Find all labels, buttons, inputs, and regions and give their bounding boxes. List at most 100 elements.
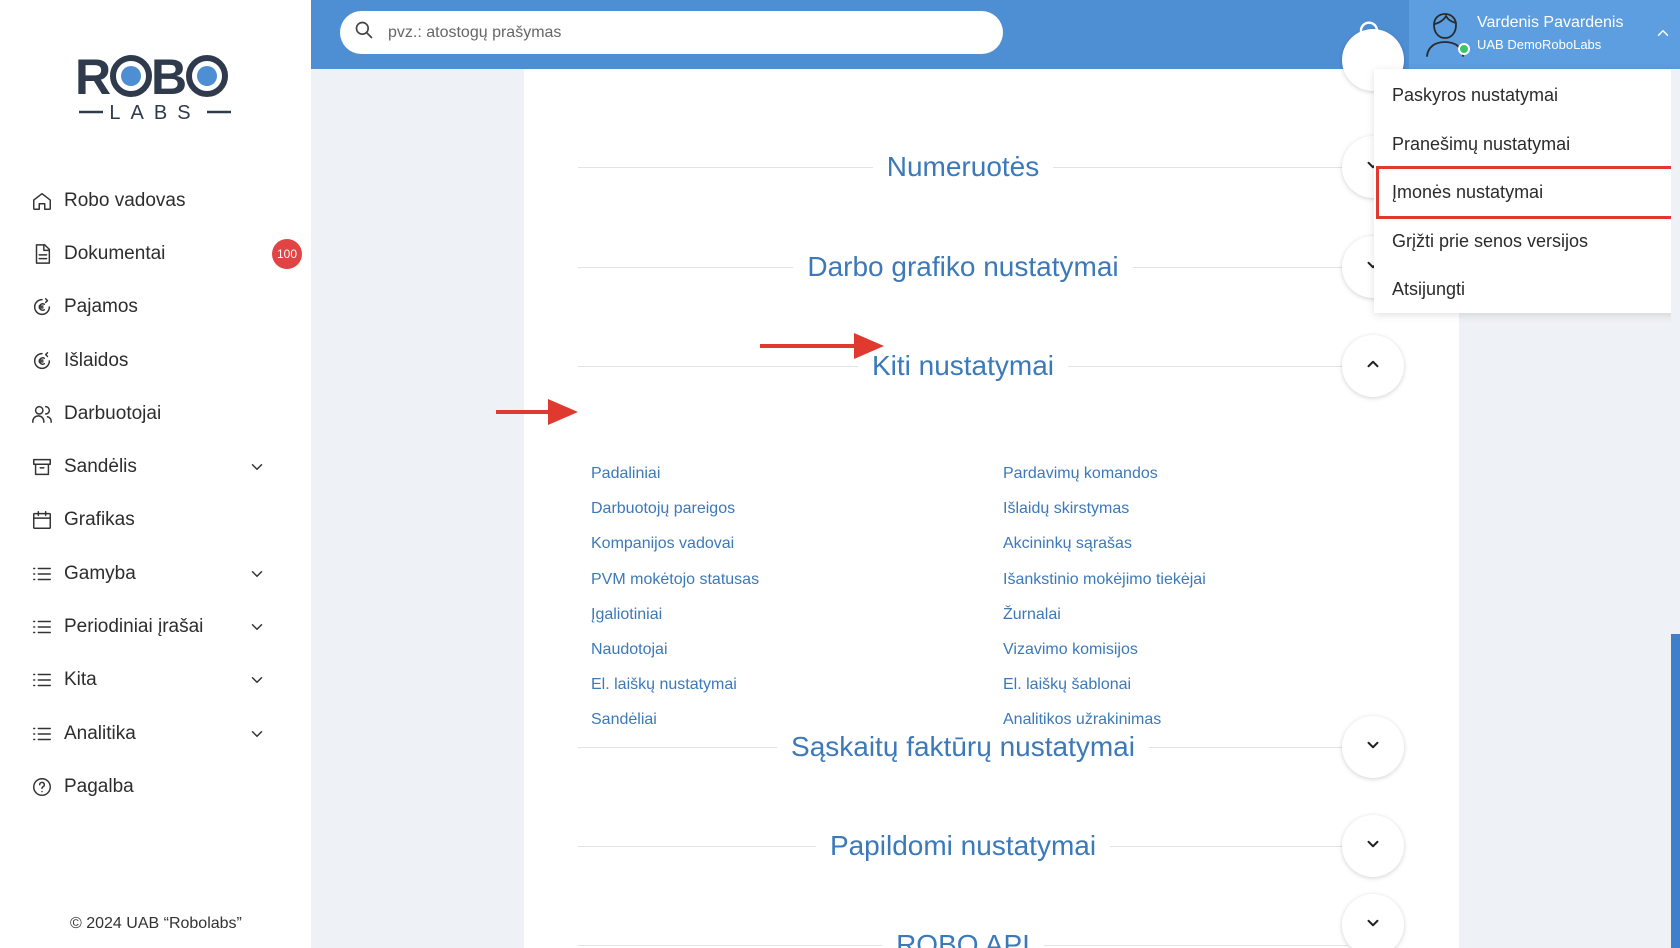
link-akcininku-sarasas[interactable]: Akcininkų sąrašas	[1003, 534, 1206, 569]
kiti-links-right: Pardavimų komandos Išlaidų skirstymas Ak…	[1003, 464, 1206, 746]
sidebar-item-label: Kita	[64, 669, 97, 691]
sidebar-item-gamyba[interactable]: Gamyba	[30, 547, 305, 600]
online-status-dot	[1458, 43, 1470, 55]
scrollbar-thumb[interactable]	[1671, 634, 1680, 948]
sidebar-item-label: Pagalba	[64, 775, 134, 797]
link-el-laisku-sablonai[interactable]: El. laiškų šablonai	[1003, 675, 1206, 710]
section-title[interactable]: Papildomi nustatymai	[815, 830, 1111, 862]
link-padaliniai[interactable]: Padaliniai	[591, 464, 759, 499]
annotation-arrow-icon	[496, 399, 578, 425]
link-igaliotiniai[interactable]: Įgaliotiniai	[591, 605, 759, 640]
link-kompanijos-vadovai[interactable]: Kompanijos vadovai	[591, 534, 759, 569]
sidebar-item-label: Robo vadovas	[64, 189, 186, 211]
section-title[interactable]: Darbo grafiko nustatymai	[793, 251, 1133, 283]
link-pvm-moketojo-statusas[interactable]: PVM mokėtojo statusas	[591, 570, 759, 605]
home-icon	[30, 189, 54, 213]
sidebar-item-label: Analitika	[64, 722, 136, 744]
link-vizavimo-komisijos[interactable]: Vizavimo komisijos	[1003, 640, 1206, 675]
sidebar: R B LABS Robo vadovas Dokumentai 100 Paj…	[0, 0, 311, 948]
section-toggle-robo-api[interactable]	[1342, 894, 1404, 948]
link-islaidu-skirstymas[interactable]: Išlaidų skirstymas	[1003, 499, 1206, 534]
euro-expense-icon	[30, 349, 54, 373]
menu-item-paskyros-nustatymai[interactable]: Paskyros nustatymai	[1392, 85, 1558, 106]
help-icon	[30, 775, 54, 799]
svg-text:R: R	[75, 49, 111, 105]
chevron-down-icon[interactable]	[248, 458, 266, 476]
chevron-down-icon[interactable]	[248, 725, 266, 743]
section-toggle-saskaitu-fakturu[interactable]	[1342, 716, 1404, 778]
sidebar-item-sandelis[interactable]: Sandėlis	[30, 440, 305, 493]
chevron-down-icon	[1364, 914, 1382, 937]
list-icon	[30, 562, 54, 586]
chevron-down-icon[interactable]	[248, 618, 266, 636]
archive-icon	[30, 455, 54, 479]
annotation-arrow-icon	[760, 333, 884, 359]
sidebar-item-label: Išlaidos	[64, 349, 129, 371]
kiti-links-left: Padaliniai Darbuotojų pareigos Kompanijo…	[591, 464, 759, 746]
section-robo-api: ROBO API	[578, 925, 1348, 948]
sidebar-item-analitika[interactable]: Analitika	[30, 707, 305, 760]
user-menu-toggle[interactable]: Vardenis Pavardenis UAB DemoRoboLabs	[1409, 0, 1680, 69]
menu-item-pranesimu-nustatymai[interactable]: Pranešimų nustatymai	[1392, 134, 1570, 155]
link-naudotojai[interactable]: Naudotojai	[591, 640, 759, 675]
list-icon	[30, 722, 54, 746]
avatar	[1423, 10, 1470, 58]
sidebar-item-label: Periodiniai įrašai	[64, 616, 204, 638]
robolabs-logo[interactable]: R B LABS	[75, 44, 235, 124]
chevron-up-icon	[1654, 24, 1672, 42]
annotation-highlight-box	[1376, 166, 1677, 219]
chevron-down-icon	[1364, 835, 1382, 858]
sidebar-item-label: Pajamos	[64, 296, 138, 318]
chevron-down-icon[interactable]	[248, 565, 266, 583]
menu-item-grizti-prie-senos-versijos[interactable]: Grįžti prie senos versijos	[1392, 231, 1588, 252]
section-toggle-papildomi[interactable]	[1342, 815, 1404, 877]
section-saskaitu-fakturu: Sąskaitų faktūrų nustatymai	[578, 727, 1348, 767]
user-name: Vardenis Pavardenis	[1477, 14, 1624, 31]
section-kiti-nustatymai: Kiti nustatymai	[578, 346, 1348, 386]
sidebar-item-robo-vadovas[interactable]: Robo vadovas	[30, 174, 305, 227]
section-darbo-grafiko: Darbo grafiko nustatymai	[578, 247, 1348, 287]
search-icon	[354, 20, 374, 45]
section-title[interactable]: Sąskaitų faktūrų nustatymai	[777, 731, 1149, 763]
section-title[interactable]: ROBO API	[882, 929, 1044, 948]
settings-card: Numeruotės Darbo grafiko nustatymai Kiti…	[524, 29, 1459, 948]
sidebar-item-periodiniai-irasai[interactable]: Periodiniai įrašai	[30, 600, 305, 653]
calendar-icon	[30, 508, 54, 532]
notification-count-badge: 100	[272, 238, 302, 269]
svg-text:LABS: LABS	[109, 102, 200, 124]
sidebar-item-label: Sandėlis	[64, 456, 137, 478]
section-toggle-kiti-nustatymai[interactable]	[1342, 335, 1404, 397]
section-title[interactable]: Numeruotės	[872, 151, 1054, 183]
menu-item-atsijungti[interactable]: Atsijungti	[1392, 279, 1465, 300]
chevron-down-icon	[1364, 736, 1382, 759]
document-icon	[30, 242, 54, 266]
section-title[interactable]: Kiti nustatymai	[857, 350, 1069, 382]
search-box[interactable]	[340, 11, 1003, 54]
sidebar-item-dokumentai[interactable]: Dokumentai 100	[30, 227, 305, 280]
user-company: UAB DemoRoboLabs	[1477, 37, 1602, 52]
search-input[interactable]	[388, 23, 948, 42]
sidebar-item-pagalba[interactable]: Pagalba	[30, 760, 305, 813]
link-isankstinio-mokejimo-tiekejai[interactable]: Išankstinio mokėjimo tiekėjai	[1003, 570, 1206, 605]
sidebar-item-grafikas[interactable]: Grafikas	[30, 494, 305, 547]
copyright-text: © 2024 UAB “Robolabs”	[70, 915, 242, 932]
list-icon	[30, 668, 54, 692]
sidebar-item-label: Dokumentai	[64, 242, 166, 264]
link-el-laisku-nustatymai[interactable]: El. laiškų nustatymai	[591, 675, 759, 710]
sidebar-item-pajamos[interactable]: Pajamos	[30, 281, 305, 334]
sidebar-item-label: Grafikas	[64, 509, 135, 531]
sidebar-item-darbuotojai[interactable]: Darbuotojai	[30, 387, 305, 440]
link-pardavimu-komandos[interactable]: Pardavimų komandos	[1003, 464, 1206, 499]
section-papildomi: Papildomi nustatymai	[578, 826, 1348, 866]
chevron-down-icon[interactable]	[248, 671, 266, 689]
sidebar-item-kita[interactable]: Kita	[30, 654, 305, 707]
link-darbuotoju-pareigos[interactable]: Darbuotojų pareigos	[591, 499, 759, 534]
link-zurnalai[interactable]: Žurnalai	[1003, 605, 1206, 640]
chevron-up-icon	[1364, 355, 1382, 378]
euro-income-icon	[30, 295, 54, 319]
list-icon	[30, 615, 54, 639]
sidebar-item-islaidos[interactable]: Išlaidos	[30, 334, 305, 387]
scrollbar[interactable]	[1671, 69, 1680, 948]
sidebar-item-label: Darbuotojai	[64, 402, 162, 424]
svg-text:B: B	[151, 49, 187, 105]
